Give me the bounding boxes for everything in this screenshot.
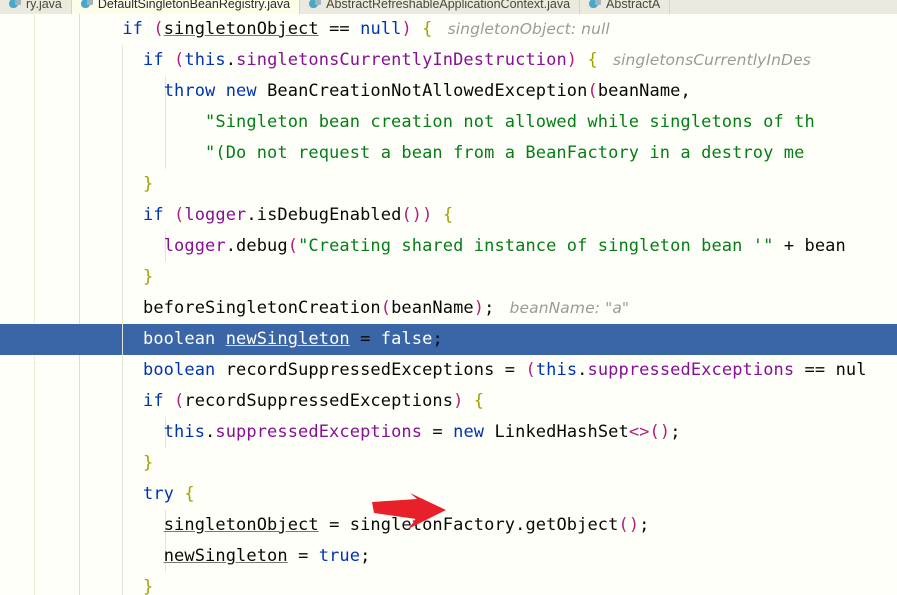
code-text: if (singletonObject == null) { singleton… — [122, 19, 610, 39]
java-class-icon — [9, 0, 22, 10]
code-text: try { — [143, 484, 195, 504]
editor-tab-1-active[interactable]: DefaultSingletonBeanRegistry.java — [71, 0, 301, 14]
code-text: beforeSingletonCreation(beanName); beanN… — [143, 298, 630, 318]
code-line[interactable]: if (logger.isDebugEnabled()) { — [0, 200, 897, 231]
code-line[interactable]: if (recordSuppressedExceptions) { — [0, 386, 897, 417]
ide-editor-window: ry.java DefaultSingletonBeanRegistry.jav… — [0, 0, 897, 595]
editor-tab-2[interactable]: AbstractRefreshableApplicationContext.ja… — [300, 0, 581, 14]
code-line[interactable]: "Singleton bean creation not allowed whi… — [0, 107, 897, 138]
code-text: singletonObject = singletonFactory.getOb… — [163, 515, 650, 535]
java-class-icon — [589, 0, 602, 10]
code-line[interactable]: if (this.singletonsCurrentlyInDestructio… — [0, 45, 897, 76]
editor-tab-3[interactable]: AbstractA — [580, 0, 671, 14]
code-text: if (this.singletonsCurrentlyInDestructio… — [143, 50, 811, 70]
code-text: if (recordSuppressedExceptions) { — [143, 391, 485, 411]
code-line-list: if (singletonObject == null) { singleton… — [0, 14, 897, 595]
code-line[interactable]: newSingleton = true; — [0, 541, 897, 572]
code-editor[interactable]: if (singletonObject == null) { singleton… — [0, 14, 897, 595]
java-class-icon — [309, 0, 322, 10]
code-line[interactable]: if (singletonObject == null) { singleton… — [0, 14, 897, 45]
editor-tab-0[interactable]: ry.java — [0, 0, 72, 14]
debugger-inlay-hint: beanName: "a" — [494, 299, 630, 317]
code-text: } — [143, 174, 154, 194]
editor-tab-bar: ry.java DefaultSingletonBeanRegistry.jav… — [0, 0, 897, 14]
code-text: "Singleton bean creation not allowed whi… — [205, 112, 815, 132]
code-line[interactable]: logger.debug("Creating shared instance o… — [0, 231, 897, 262]
code-text: newSingleton = true; — [163, 546, 371, 566]
code-text: if (logger.isDebugEnabled()) { — [143, 205, 454, 225]
code-text: } — [143, 453, 154, 473]
debugger-inlay-hint: singletonObject: null — [432, 20, 610, 38]
code-line[interactable]: this.suppressedExceptions = new LinkedHa… — [0, 417, 897, 448]
editor-tab-label: ry.java — [26, 0, 62, 11]
code-text: "(Do not request a bean from a BeanFacto… — [205, 143, 805, 163]
code-line[interactable]: beforeSingletonCreation(beanName); beanN… — [0, 293, 897, 324]
code-line[interactable]: } — [0, 572, 897, 595]
code-text: logger.debug("Creating shared instance o… — [163, 236, 846, 256]
code-line[interactable]: singletonObject = singletonFactory.getOb… — [0, 510, 897, 541]
code-text: boolean recordSuppressedExceptions = (th… — [143, 360, 867, 380]
code-line[interactable]: boolean recordSuppressedExceptions = (th… — [0, 355, 897, 386]
code-line[interactable]: } — [0, 169, 897, 200]
code-line[interactable]: "(Do not request a bean from a BeanFacto… — [0, 138, 897, 169]
code-line[interactable]: throw new BeanCreationNotAllowedExceptio… — [0, 76, 897, 107]
debugger-inlay-hint: singletonsCurrentlyInDes — [597, 51, 811, 69]
editor-tab-label: AbstractRefreshableApplicationContext.ja… — [326, 0, 571, 11]
code-line[interactable]: } — [0, 448, 897, 479]
code-line[interactable]: } — [0, 262, 897, 293]
code-text: } — [143, 267, 154, 287]
code-line[interactable]: boolean newSingleton = false; — [0, 324, 897, 355]
editor-tab-label: AbstractA — [606, 0, 661, 11]
java-class-icon — [80, 0, 94, 10]
code-text: } — [143, 577, 154, 595]
code-text: this.suppressedExceptions = new LinkedHa… — [163, 422, 681, 442]
code-text: throw new BeanCreationNotAllowedExceptio… — [163, 81, 691, 101]
editor-tab-label: DefaultSingletonBeanRegistry.java — [97, 0, 291, 11]
code-line[interactable]: try { — [0, 479, 897, 510]
code-text: boolean newSingleton = false; — [143, 329, 443, 349]
